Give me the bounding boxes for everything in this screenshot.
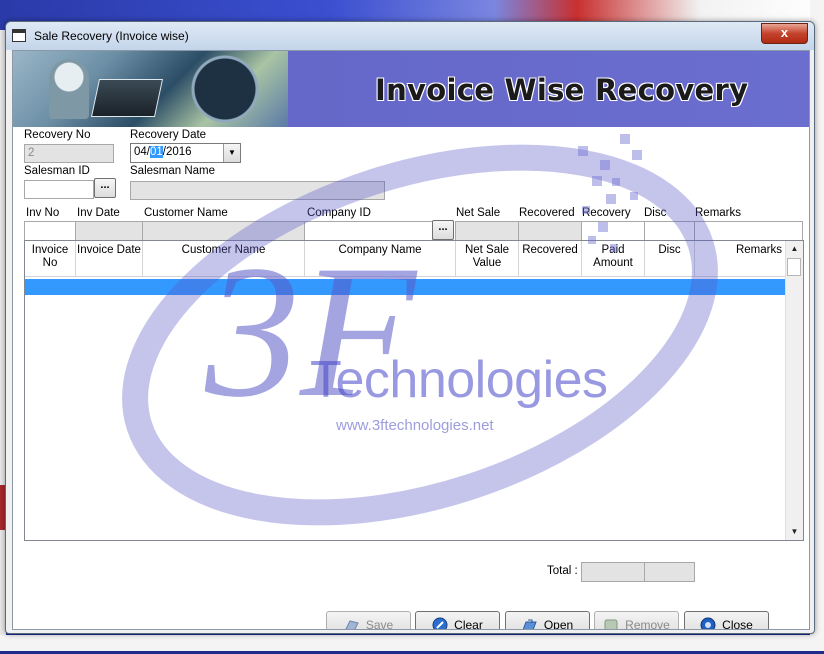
col-paid-amount[interactable]: Paid Amount (582, 241, 645, 277)
remove-button-label: Remove (625, 617, 670, 630)
clock-icon (191, 55, 259, 123)
entry-recovered-field (518, 221, 582, 241)
scroll-down-icon[interactable]: ▼ (786, 524, 803, 540)
window-icon (12, 29, 26, 42)
salesman-id-field[interactable] (24, 180, 94, 199)
entry-disc-label: Disc (644, 207, 667, 219)
save-icon (344, 617, 360, 629)
entry-customer-name-field (142, 221, 305, 241)
col-remarks[interactable]: Remarks (695, 241, 787, 277)
salesman-name-field (130, 181, 385, 200)
window-title: Sale Recovery (Invoice wise) (34, 29, 189, 43)
save-button[interactable]: Save (326, 611, 411, 630)
scale-icon (49, 59, 89, 119)
salesman-id-label: Salesman ID (24, 165, 90, 177)
laptop-icon (90, 79, 164, 117)
entry-inv-no-field[interactable] (24, 221, 76, 241)
col-invoice-date[interactable]: Invoice Date (76, 241, 143, 277)
recovery-grid[interactable]: Invoice No Invoice Date Customer Name Co… (24, 240, 804, 541)
header-banner: Invoice Wise Recovery (13, 51, 809, 127)
close-button[interactable]: Close (684, 611, 769, 630)
scroll-up-icon[interactable]: ▲ (786, 241, 803, 257)
entry-recovery-field[interactable] (581, 221, 645, 241)
salesman-name-label: Salesman Name (130, 165, 216, 177)
entry-remarks-field[interactable] (694, 221, 803, 241)
banner-image (13, 51, 288, 127)
entry-company-id-field[interactable] (304, 221, 433, 241)
scroll-thumb[interactable] (787, 258, 801, 276)
col-invoice-no[interactable]: Invoice No (25, 241, 76, 277)
entry-inv-no-label: Inv No (26, 207, 60, 219)
col-customer-name[interactable]: Customer Name (143, 241, 305, 277)
clear-button[interactable]: Clear (415, 611, 500, 630)
recovery-date-label: Recovery Date (130, 129, 207, 141)
col-disc[interactable]: Disc (645, 241, 695, 277)
entry-disc-field[interactable] (644, 221, 695, 241)
entry-inv-date-field (75, 221, 143, 241)
col-recovered[interactable]: Recovered (519, 241, 582, 277)
close-icon (700, 617, 716, 629)
title-bar[interactable]: Sale Recovery (Invoice wise) x (6, 22, 814, 50)
entry-customer-name-label: Customer Name (144, 207, 228, 219)
entry-net-sale-field (455, 221, 519, 241)
company-browse-button[interactable]: ... (432, 220, 454, 240)
entry-recovery-label: Recovery (582, 207, 631, 219)
salesman-browse-button[interactable]: ... (94, 178, 116, 198)
recovery-no-label: Recovery No (24, 129, 91, 141)
recovery-no-field[interactable]: 2 (24, 144, 114, 163)
col-net-sale-value[interactable]: Net Sale Value (456, 241, 519, 277)
clear-button-label: Clear (454, 617, 483, 630)
banner-title: Invoice Wise Recovery (375, 73, 749, 107)
entry-net-sale-label: Net Sale (456, 207, 501, 219)
form-client-area: Invoice Wise Recovery Recovery No 2 Reco… (12, 50, 810, 630)
entry-company-id-label: Company ID (307, 207, 371, 219)
selected-table-row[interactable] (25, 279, 786, 295)
grid-vertical-scrollbar[interactable]: ▲ ▼ (785, 241, 803, 540)
open-icon (522, 617, 538, 629)
chevron-down-icon[interactable]: ▼ (223, 144, 240, 162)
clear-icon (432, 617, 448, 629)
col-company-name[interactable]: Company Name (305, 241, 456, 277)
total-label: Total : (547, 565, 578, 577)
sale-recovery-window: Sale Recovery (Invoice wise) x Invoice W… (5, 21, 815, 634)
entry-recovered-label: Recovered (519, 207, 575, 219)
entry-inv-date-label: Inv Date (77, 207, 120, 219)
total-recovery-field (581, 562, 645, 582)
open-button[interactable]: Open (505, 611, 590, 630)
remove-button[interactable]: Remove (594, 611, 679, 630)
save-button-label: Save (365, 617, 394, 630)
recovery-date-month: 04/ (134, 146, 150, 158)
desktop-background-bottom (0, 635, 824, 651)
window-close-button[interactable]: x (761, 23, 808, 44)
close-button-label: Close (722, 617, 753, 630)
entry-remarks-label: Remarks (695, 207, 742, 219)
total-disc-field (644, 562, 695, 582)
recovery-date-day-selected: 01 (150, 146, 163, 158)
recovery-date-year: /2016 (162, 146, 192, 158)
remove-icon (603, 617, 619, 629)
recovery-date-picker[interactable]: 04/01/2016 ▼ (130, 143, 241, 163)
open-button-label: Open (543, 617, 574, 630)
